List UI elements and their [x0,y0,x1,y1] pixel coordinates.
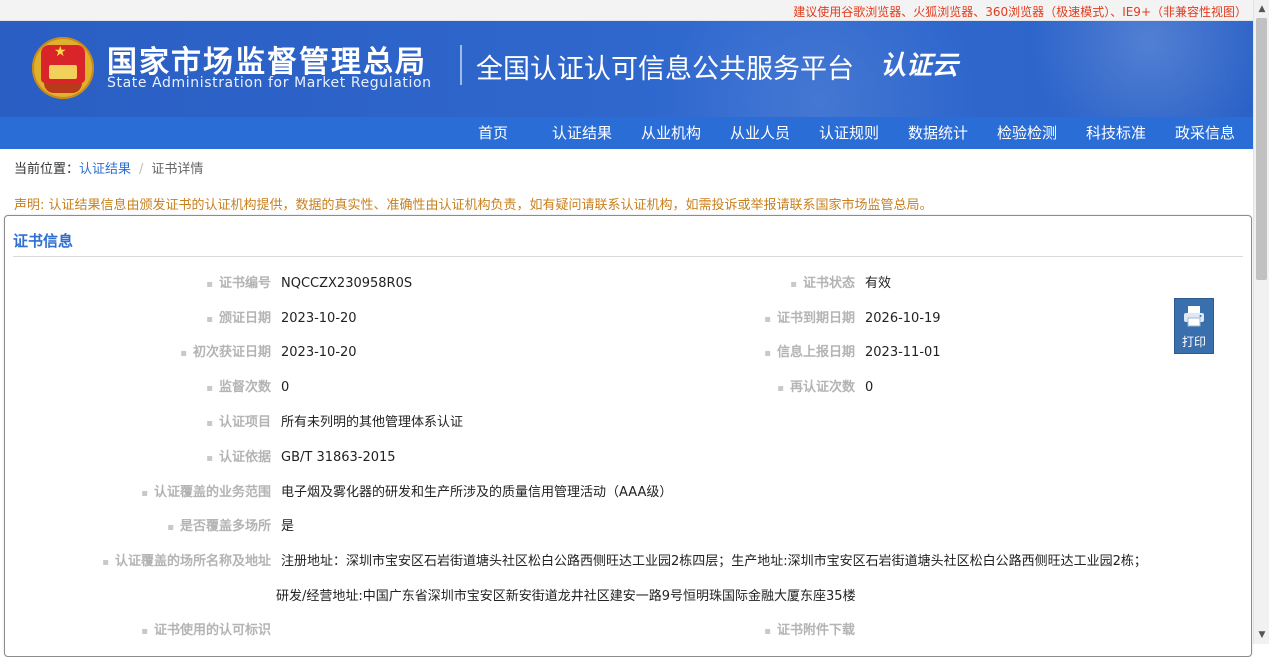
panel-divider [13,256,1243,257]
breadcrumb-current: 证书详情 [151,162,204,177]
sites-value-line1: 注册地址：深圳市宝安区石岩街道塘头社区松白公路西侧旺达工业园2栋四层；生产地址:… [281,554,1147,569]
scroll-up-icon[interactable]: ▲ [1254,2,1269,16]
field-scope: 认证覆盖的业务范围 [0,484,271,502]
field-sites: 认证覆盖的场所名称及地址 [0,553,271,571]
platform-title: 全国认证认可信息公共服务平台 [476,54,854,85]
org-name-en: State Administration for Market Regulati… [107,75,432,91]
issue-date-value: 2023-10-20 [281,311,357,326]
field-report-date: 信息上报日期 [600,344,855,362]
national-emblem-icon: ★ [32,37,94,99]
sites-value-line2: 研发/经营地址:中国广东省深圳市宝安区新安街道龙井社区建安一路9号恒明珠国际金融… [276,589,856,604]
first-issue-date-value: 2023-10-20 [281,345,357,360]
field-project: 认证项目 [0,414,271,432]
nav-procurement[interactable]: 政采信息 [1175,117,1235,149]
multi-site-value: 是 [281,519,295,534]
field-multi-site: 是否覆盖多场所 [0,518,271,536]
field-label: 证书编号 [206,275,271,294]
field-issue-date: 颁证日期 [0,310,271,328]
field-label: 证书使用的认可标识 [141,622,271,641]
cert-no-value: NQCCZX230958R0S [281,276,413,291]
nav-inspection[interactable]: 检验检测 [997,117,1057,149]
supervision-count-value: 0 [281,380,290,395]
status-value: 有效 [865,276,892,291]
nav-cert-rules[interactable]: 认证规则 [819,117,879,149]
field-first-issue-date: 初次获证日期 [0,344,271,362]
panel-title: 证书信息 [13,232,74,250]
report-date-value: 2023-11-01 [865,345,941,360]
breadcrumb: 当前位置：认证结果 / 证书详情 [14,158,203,177]
field-label: 认证项目 [206,414,271,433]
header-divider [460,45,462,85]
field-status: 证书状态 [600,275,855,293]
scope-value: 电子烟及雾化器的研发和生产所涉及的质量信用管理活动（AAA级） [281,485,673,500]
field-label: 是否覆盖多场所 [167,518,271,537]
breadcrumb-label: 当前位置： [14,162,80,177]
page-scrollbar[interactable]: ▲ ▼ [1253,0,1269,644]
project-value: 所有未列明的其他管理体系认证 [281,415,464,430]
print-button[interactable]: 打印 [1174,298,1214,354]
site-header: ★ 国家市场监督管理总局 State Administration for Ma… [0,21,1253,117]
nav-statistics[interactable]: 数据统计 [908,117,968,149]
field-label: 颁证日期 [206,310,271,329]
disclaimer-notice: 声明: 认证结果信息由颁发证书的认证机构提供，数据的真实性、准确性由认证机构负责… [14,198,933,213]
print-label: 打印 [1181,335,1206,349]
field-basis: 认证依据 [0,449,271,467]
field-label: 初次获证日期 [180,344,271,363]
field-label: 监督次数 [206,379,271,398]
printer-icon [1184,306,1204,327]
field-attachment: 证书附件下载 [600,622,855,640]
basis-value: GB/T 31863-2015 [281,450,396,465]
breadcrumb-link[interactable]: 认证结果 [79,162,131,177]
expiry-date-value: 2026-10-19 [865,311,941,326]
field-label: 认证覆盖的业务范围 [141,484,271,503]
field-label: 认证覆盖的场所名称及地址 [102,553,271,572]
field-label: 证书附件下载 [764,622,855,641]
field-supervision-count: 监督次数 [0,379,271,397]
main-nav: 首页 认证结果 从业机构 从业人员 认证规则 数据统计 检验检测 科技标准 政采… [0,117,1253,149]
field-recert-count: 再认证次数 [600,379,855,397]
field-expiry-date: 证书到期日期 [600,310,855,328]
field-label: 信息上报日期 [764,344,855,363]
field-mark: 证书使用的认可标识 [0,622,271,640]
recert-count-value: 0 [865,380,874,395]
nav-home[interactable]: 首页 [478,117,508,149]
field-label: 认证依据 [206,449,271,468]
nav-personnel[interactable]: 从业人员 [730,117,790,149]
scroll-thumb[interactable] [1256,18,1267,280]
nav-institutions[interactable]: 从业机构 [641,117,701,149]
brand-logo: 认证云 [880,51,959,81]
browser-tip: 建议使用谷歌浏览器、火狐浏览器、360浏览器（极速模式）、IE9+（非兼容性视图… [793,5,1247,19]
field-label: 再认证次数 [777,379,855,398]
nav-cert-results[interactable]: 认证结果 [552,117,612,149]
nav-standards[interactable]: 科技标准 [1086,117,1146,149]
browser-tip-bar: 建议使用谷歌浏览器、火狐浏览器、360浏览器（极速模式）、IE9+（非兼容性视图… [0,0,1253,21]
field-cert-no: 证书编号 [0,275,271,293]
scroll-down-icon[interactable]: ▼ [1254,628,1269,642]
field-label: 证书到期日期 [764,310,855,329]
breadcrumb-separator: / [139,162,144,177]
field-label: 证书状态 [790,275,855,294]
